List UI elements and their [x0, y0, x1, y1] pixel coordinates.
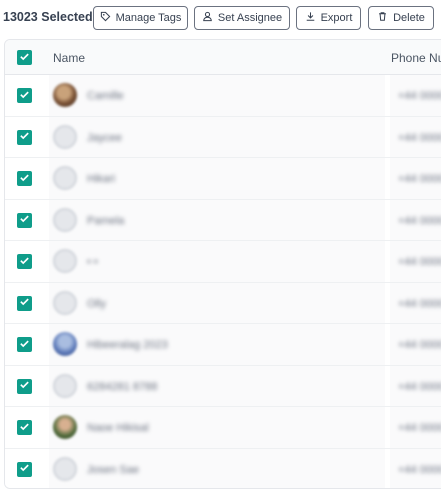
- contact-name[interactable]: • •: [87, 256, 98, 268]
- table-row[interactable]: Olly +44 0000 000000: [5, 282, 441, 324]
- contact-phone: +44 0000 000000: [398, 214, 441, 227]
- table-row[interactable]: Hikari +44 0000 000000: [5, 158, 441, 200]
- contact-phone: +44 0000 000000: [398, 256, 441, 268]
- avatar: [53, 415, 77, 439]
- export-button[interactable]: Export: [296, 6, 361, 30]
- contact-name[interactable]: Hikari: [87, 173, 115, 185]
- avatar: [53, 83, 77, 107]
- row-checkbox[interactable]: [17, 128, 32, 146]
- bulk-action-toolbar: 13023 Selected Manage Tags Set Assignee …: [0, 6, 441, 30]
- column-header-name[interactable]: Name: [53, 51, 85, 65]
- row-checkbox[interactable]: [17, 88, 32, 103]
- check-icon: [19, 253, 30, 271]
- set-assignee-label: Set Assignee: [217, 12, 283, 24]
- user-icon: [202, 11, 213, 25]
- contact-name[interactable]: Josen Sae: [87, 464, 139, 476]
- column-header-phone[interactable]: Phone Nu: [391, 51, 441, 65]
- manage-tags-button[interactable]: Manage Tags: [93, 6, 188, 30]
- selected-count: 13023 Selected: [3, 10, 93, 24]
- contact-phone: +44 0000 000000: [398, 173, 441, 185]
- contact-phone: +44 0000 000000: [398, 297, 441, 310]
- contact-phone: +44 0000 000000: [398, 463, 441, 476]
- check-icon: [19, 294, 30, 312]
- avatar: [53, 456, 77, 481]
- trash-icon: [377, 11, 388, 25]
- table-header: Name Phone Nu: [5, 40, 441, 75]
- row-checkbox[interactable]: [17, 211, 32, 229]
- delete-label: Delete: [393, 12, 425, 24]
- contact-name[interactable]: Jaycee: [87, 132, 122, 144]
- contacts-table: Name Phone Nu Camille+44 0000 000000Jayc…: [4, 39, 441, 489]
- table-row[interactable]: Josen Sae +44 0000 000000: [5, 448, 441, 488]
- contact-name[interactable]: Naoe Hikisal: [87, 422, 149, 434]
- row-checkbox[interactable]: [17, 254, 32, 269]
- avatar: [53, 166, 77, 190]
- contact-name[interactable]: Camille: [87, 90, 124, 102]
- table-row[interactable]: Camille +44 0000 000000: [5, 75, 441, 117]
- manage-tags-label: Manage Tags: [115, 12, 182, 24]
- contact-name[interactable]: Hibeeralag 2023: [87, 339, 168, 351]
- check-icon: [19, 170, 30, 188]
- check-icon: [19, 419, 30, 437]
- avatar: [53, 373, 77, 398]
- contact-name[interactable]: Pamela: [87, 215, 124, 227]
- check-icon: [19, 128, 30, 146]
- contact-name[interactable]: 6284281 8788: [87, 381, 157, 393]
- row-checkbox[interactable]: [17, 294, 32, 312]
- avatar: [53, 332, 77, 356]
- table-row[interactable]: Naoe Hikisal +44 0000: [5, 407, 441, 449]
- table-row[interactable]: 6284281 8788 +44 0000 000000: [5, 365, 441, 407]
- contact-name[interactable]: Olly: [87, 298, 106, 310]
- check-icon: [19, 211, 30, 229]
- table-row[interactable]: Jaycee +44 0000 000000: [5, 116, 441, 158]
- row-checkbox[interactable]: [17, 171, 32, 186]
- tag-icon: [100, 11, 111, 25]
- check-icon: [19, 87, 30, 105]
- download-icon: [305, 11, 316, 25]
- check-icon: [19, 377, 30, 395]
- table-row[interactable]: Hibeeralag 2023 +44 0000 000000: [5, 324, 441, 366]
- contact-phone: +44 0000: [398, 422, 441, 434]
- export-label: Export: [320, 12, 353, 24]
- set-assignee-button[interactable]: Set Assignee: [194, 6, 290, 30]
- check-icon: [19, 460, 30, 478]
- check-icon: [19, 49, 30, 67]
- contact-phone: +44 0000 000000: [398, 380, 441, 393]
- contact-phone: +44 0000 000000: [398, 90, 441, 102]
- table-row[interactable]: • • +44 0000 000000: [5, 241, 441, 283]
- select-all-checkbox[interactable]: [17, 50, 32, 65]
- row-checkbox[interactable]: [17, 337, 32, 352]
- avatar: [53, 290, 77, 315]
- check-icon: [19, 336, 30, 354]
- delete-button[interactable]: Delete: [368, 6, 434, 30]
- table-row[interactable]: Pamela +44 0000 000000: [5, 199, 441, 241]
- row-checkbox[interactable]: [17, 377, 32, 395]
- row-checkbox[interactable]: [17, 420, 32, 435]
- row-checkbox[interactable]: [17, 460, 32, 478]
- contact-phone: +44 0000 000000: [398, 131, 441, 144]
- name-cell: [49, 241, 385, 282]
- avatar: [53, 249, 77, 273]
- avatar: [53, 124, 77, 149]
- contact-phone: +44 0000 000000: [398, 339, 441, 351]
- avatar: [53, 207, 77, 232]
